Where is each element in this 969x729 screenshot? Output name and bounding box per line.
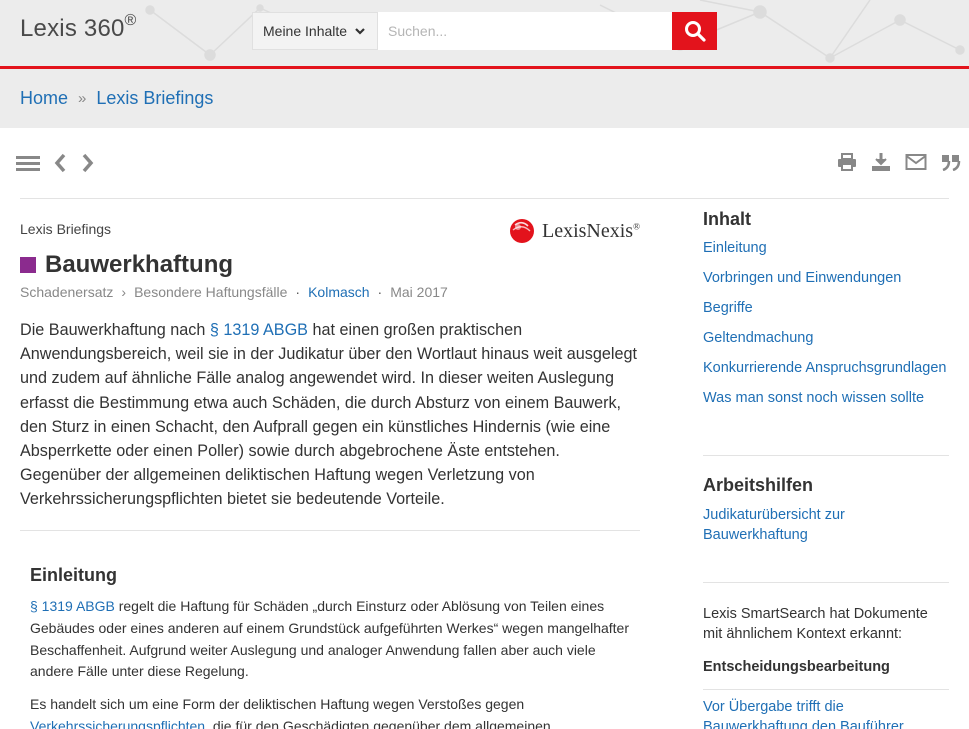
- table-of-contents: Inhalt Einleitung Vorbringen und Einwend…: [703, 209, 949, 418]
- article-lead: Die Bauwerkhaftung nach § 1319 ABGB hat …: [20, 318, 640, 512]
- smartsearch-category: Entscheidungsbearbeitung: [703, 659, 890, 675]
- chevron-down-icon: [355, 28, 365, 35]
- article-kicker: Lexis Briefings: [20, 221, 112, 237]
- toolbar-divider: [20, 198, 949, 199]
- print-button[interactable]: [837, 152, 857, 172]
- lexisnexis-wordmark: LexisNexis: [542, 219, 634, 242]
- previous-button[interactable]: [52, 152, 68, 174]
- meta-subcategory: Besondere Haftungsfälle: [134, 284, 288, 300]
- search-input[interactable]: [378, 12, 672, 50]
- mail-icon: [905, 154, 927, 170]
- article-meta: Schadenersatz › Besondere Haftungsfälle …: [20, 284, 448, 300]
- document-nav-toolbar: [16, 152, 96, 174]
- scope-dropdown[interactable]: Meine Inhalte: [252, 12, 378, 50]
- chevron-right-icon: [82, 153, 94, 173]
- smartsearch-result-link[interactable]: Vor Übergabe trifft die Bauwerkhaftung d…: [703, 699, 904, 729]
- sidebar-divider: [703, 582, 949, 583]
- meta-separator: ›: [121, 284, 127, 300]
- section-paragraph: Es handelt sich um eine Form der delikti…: [30, 694, 640, 729]
- meta-dot: ·: [377, 284, 383, 300]
- scope-label: Meine Inhalte: [263, 23, 348, 39]
- author-link[interactable]: Kolmasch: [308, 284, 369, 300]
- section-heading-einleitung: Einleitung: [30, 565, 117, 585]
- work-aids-title: Arbeitshilfen: [703, 475, 814, 495]
- smartsearch-note: Lexis SmartSearch hat Dokumente mit ähnl…: [703, 606, 928, 642]
- meta-dot: ·: [295, 284, 301, 300]
- breadcrumb-bar: Home » Lexis Briefings: [0, 69, 969, 128]
- meta-category: Schadenersatz: [20, 284, 114, 300]
- email-button[interactable]: [905, 153, 927, 171]
- work-aid-link[interactable]: Judikaturübersicht zur Bauwerkhaftung: [703, 505, 949, 545]
- lead-text-rest: hat einen großen praktischen Anwendungsb…: [20, 321, 637, 509]
- toc-link-vorbringen[interactable]: Vorbringen und Einwendungen: [703, 270, 901, 286]
- lead-text-start: Die Bauwerkhaftung nach: [20, 321, 210, 339]
- work-aids: Arbeitshilfen Judikaturübersicht zur Bau…: [703, 475, 949, 545]
- lead-divider: [20, 530, 640, 531]
- toc-link-geltendmachung[interactable]: Geltendmachung: [703, 330, 813, 346]
- meta-date: Mai 2017: [390, 284, 448, 300]
- lexisnexis-emblem-icon: [510, 219, 534, 243]
- chevron-left-icon: [54, 153, 66, 173]
- paragraph-text: Es handelt sich um eine Form der delikti…: [30, 696, 525, 712]
- breadcrumb-home[interactable]: Home: [20, 88, 68, 109]
- download-icon: [872, 153, 890, 171]
- breadcrumb-separator: »: [78, 90, 87, 107]
- toc-item: Was man sonst noch wissen sollte: [703, 388, 949, 408]
- lexis360-logo[interactable]: Lexis 360®: [20, 12, 137, 43]
- toc-link-begriffe[interactable]: Begriffe: [703, 300, 753, 316]
- verkehrssicherungspflichten-link[interactable]: Verkehrssicherungspflichten: [30, 718, 205, 729]
- registered-mark: ®: [124, 12, 137, 29]
- abgb-1319-link[interactable]: § 1319 ABGB: [30, 598, 115, 614]
- breadcrumb: Home » Lexis Briefings: [20, 88, 213, 109]
- section-paragraph: § 1319 ABGB regelt die Haftung für Schäd…: [30, 596, 640, 683]
- paragraph-text: regelt die Haftung für Schäden „durch Ei…: [30, 598, 629, 680]
- search-button[interactable]: [672, 12, 717, 50]
- article-title-text: Bauwerkhaftung: [45, 251, 234, 278]
- title-marker: [20, 257, 36, 273]
- sidebar-divider: [703, 689, 949, 690]
- toc-item: Vorbringen und Einwendungen: [703, 268, 949, 288]
- sidebar-divider: [703, 455, 949, 456]
- download-button[interactable]: [871, 152, 891, 172]
- search-bar: Meine Inhalte: [252, 12, 717, 50]
- lexisnexis-logo: LexisNexis®: [508, 217, 640, 245]
- toc-title: Inhalt: [703, 209, 751, 229]
- print-icon: [838, 153, 856, 171]
- toc-menu-button[interactable]: [16, 153, 40, 173]
- abgb-1319-link[interactable]: § 1319 ABGB: [210, 321, 308, 339]
- toc-link-konkurrierende[interactable]: Konkurrierende Anspruchsgrundlagen: [703, 360, 946, 376]
- toc-item: Konkurrierende Anspruchsgrundlagen: [703, 358, 949, 378]
- article-title: Bauwerkhaftung: [20, 251, 233, 279]
- cite-button[interactable]: [941, 153, 961, 171]
- toc-item: Geltendmachung: [703, 328, 949, 348]
- toc-link-sonstiges[interactable]: Was man sonst noch wissen sollte: [703, 390, 924, 406]
- smartsearch-result: Vor Übergabe trifft die Bauwerkhaftung d…: [703, 697, 949, 729]
- search-icon: [684, 21, 706, 42]
- breadcrumb-lexis-briefings[interactable]: Lexis Briefings: [96, 88, 213, 109]
- logo-text: Lexis 360: [20, 15, 125, 42]
- paragraph-text: , die für den Geschädigten gegenüber dem…: [205, 717, 551, 729]
- toc-link-einleitung[interactable]: Einleitung: [703, 240, 767, 256]
- top-header: Lexis 360® Meine Inhalte: [0, 0, 969, 66]
- toc-item: Begriffe: [703, 298, 949, 318]
- toc-item: Einleitung: [703, 238, 949, 258]
- document-actions-toolbar: [837, 152, 961, 172]
- quote-icon: [942, 155, 961, 171]
- lexisnexis-registered-mark: ®: [633, 220, 640, 231]
- menu-icon: [16, 156, 40, 171]
- next-button[interactable]: [80, 152, 96, 174]
